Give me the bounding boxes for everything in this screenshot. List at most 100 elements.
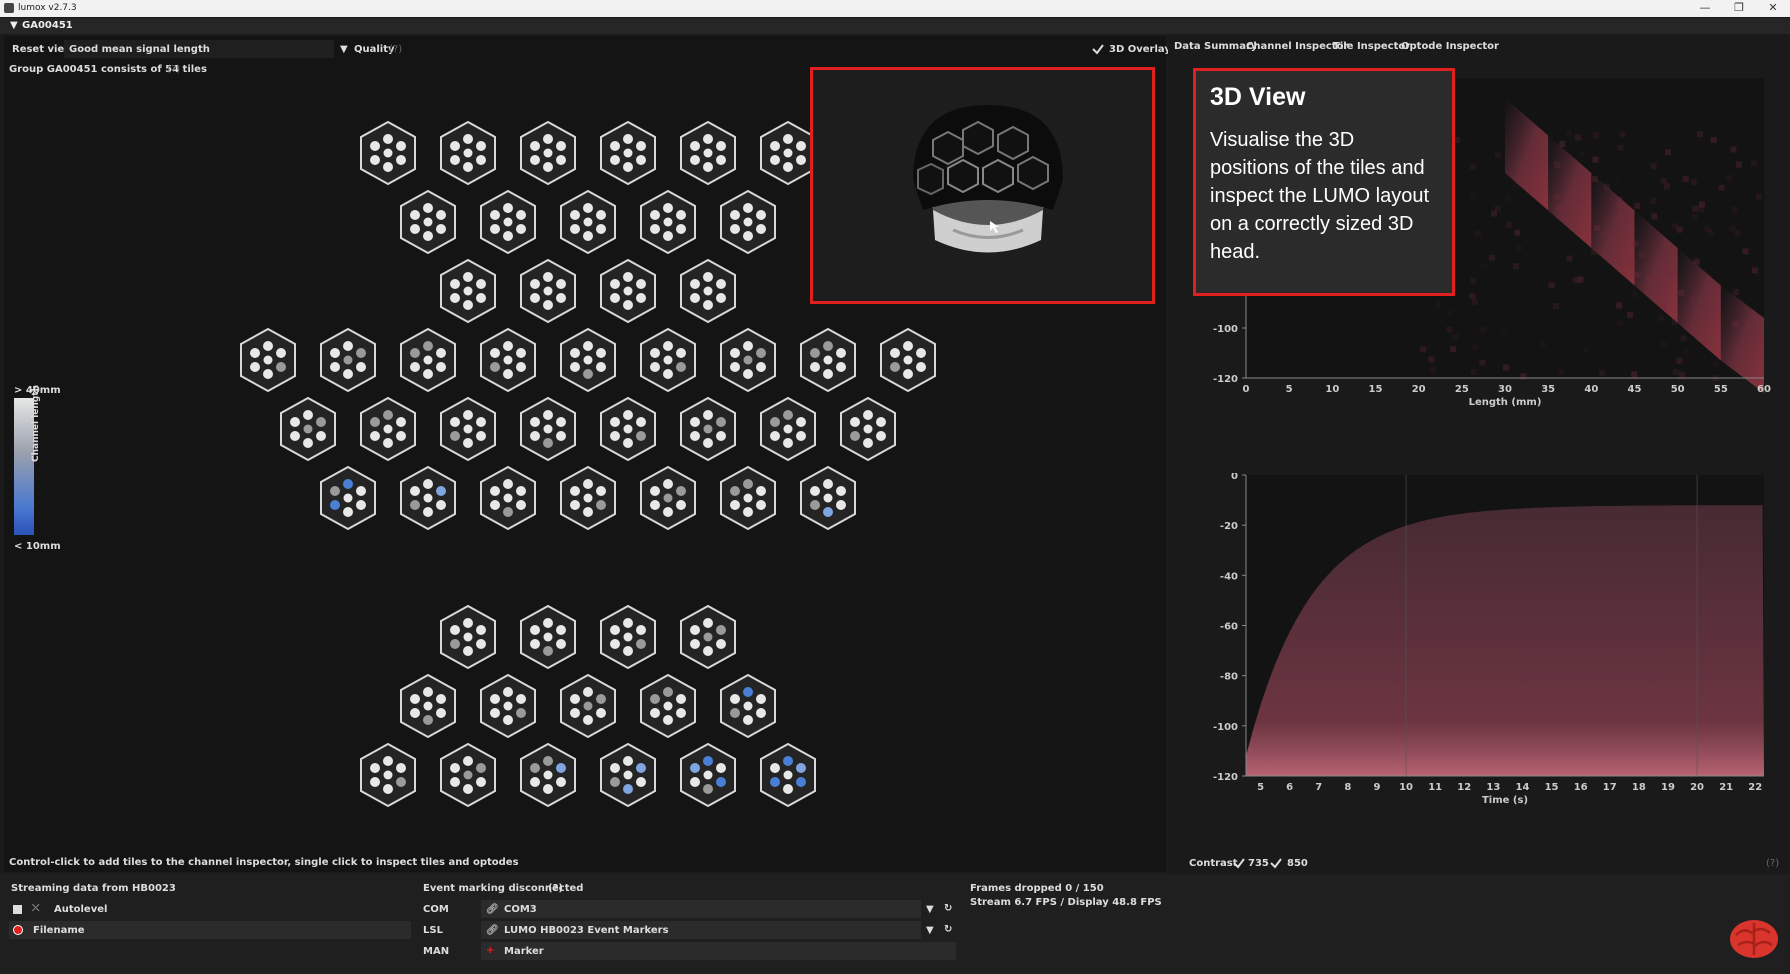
optode[interactable]: [556, 279, 566, 289]
optode[interactable]: [584, 356, 593, 365]
optode[interactable]: [370, 777, 380, 787]
optode[interactable]: [436, 694, 446, 704]
optode[interactable]: [556, 625, 566, 635]
optode[interactable]: [636, 431, 646, 441]
plus-icon[interactable]: +: [486, 945, 494, 956]
optode[interactable]: [903, 341, 913, 351]
optode[interactable]: [463, 410, 473, 420]
optode[interactable]: [396, 417, 406, 427]
optode[interactable]: [596, 348, 606, 358]
optode[interactable]: [383, 784, 393, 794]
optode[interactable]: [676, 500, 686, 510]
optode[interactable]: [476, 763, 486, 773]
optode[interactable]: [890, 362, 900, 372]
optode[interactable]: [343, 507, 353, 517]
optode[interactable]: [756, 224, 766, 234]
optode[interactable]: [610, 141, 620, 151]
optode[interactable]: [370, 417, 380, 427]
optode[interactable]: [530, 293, 540, 303]
optode[interactable]: [424, 494, 433, 503]
tile[interactable]: [557, 327, 619, 393]
tile[interactable]: [597, 396, 659, 462]
optode[interactable]: [516, 486, 526, 496]
optode[interactable]: [810, 348, 820, 358]
optode[interactable]: [516, 348, 526, 358]
optode[interactable]: [703, 272, 713, 282]
tile[interactable]: [797, 327, 859, 393]
optode[interactable]: [796, 431, 806, 441]
optode[interactable]: [503, 203, 513, 213]
tile[interactable]: [677, 604, 739, 670]
optode[interactable]: [823, 369, 833, 379]
optode[interactable]: [783, 756, 793, 766]
tile[interactable]: [437, 258, 499, 324]
optode[interactable]: [756, 362, 766, 372]
tile[interactable]: [677, 742, 739, 808]
optode[interactable]: [583, 369, 593, 379]
optode[interactable]: [436, 500, 446, 510]
optode[interactable]: [823, 479, 833, 489]
tile[interactable]: [717, 465, 779, 531]
optode[interactable]: [504, 356, 513, 365]
optode[interactable]: [743, 715, 753, 725]
optode[interactable]: [583, 479, 593, 489]
tile[interactable]: [397, 327, 459, 393]
optode[interactable]: [530, 141, 540, 151]
optode[interactable]: [370, 431, 380, 441]
optode[interactable]: [570, 486, 580, 496]
optode[interactable]: [650, 348, 660, 358]
optode[interactable]: [410, 694, 420, 704]
optode[interactable]: [704, 149, 713, 158]
optode[interactable]: [344, 494, 353, 503]
optode[interactable]: [770, 141, 780, 151]
optode[interactable]: [596, 500, 606, 510]
optode[interactable]: [490, 500, 500, 510]
lsl-dropdown-icon[interactable]: ▼: [926, 925, 934, 936]
optode[interactable]: [290, 431, 300, 441]
optode[interactable]: [623, 438, 633, 448]
optode[interactable]: [756, 500, 766, 510]
com-refresh-icon[interactable]: ↻: [944, 903, 952, 914]
optode[interactable]: [316, 417, 326, 427]
optode[interactable]: [516, 224, 526, 234]
optode[interactable]: [623, 272, 633, 282]
optode[interactable]: [663, 341, 673, 351]
optode[interactable]: [544, 771, 553, 780]
optode[interactable]: [463, 438, 473, 448]
optode[interactable]: [663, 507, 673, 517]
optode[interactable]: [863, 410, 873, 420]
optode[interactable]: [476, 141, 486, 151]
optode[interactable]: [663, 231, 673, 241]
optode[interactable]: [703, 438, 713, 448]
optode[interactable]: [503, 715, 513, 725]
optode[interactable]: [583, 231, 593, 241]
optode[interactable]: [703, 646, 713, 656]
optode[interactable]: [610, 417, 620, 427]
optode[interactable]: [624, 149, 633, 158]
optode[interactable]: [450, 155, 460, 165]
optode[interactable]: [464, 633, 473, 642]
optode[interactable]: [663, 687, 673, 697]
optode[interactable]: [396, 777, 406, 787]
optode[interactable]: [583, 687, 593, 697]
optode[interactable]: [370, 141, 380, 151]
optode[interactable]: [716, 155, 726, 165]
optode[interactable]: [810, 500, 820, 510]
optode[interactable]: [650, 694, 660, 704]
optode[interactable]: [504, 494, 513, 503]
optode[interactable]: [463, 784, 473, 794]
optode[interactable]: [836, 348, 846, 358]
optode[interactable]: [824, 356, 833, 365]
optode[interactable]: [543, 300, 553, 310]
optode[interactable]: [784, 149, 793, 158]
tile[interactable]: [517, 604, 579, 670]
optode[interactable]: [783, 134, 793, 144]
contrast-help-icon[interactable]: (?): [1766, 858, 1779, 869]
optode[interactable]: [544, 287, 553, 296]
optode[interactable]: [423, 715, 433, 725]
optode[interactable]: [503, 231, 513, 241]
optode[interactable]: [784, 425, 793, 434]
optode[interactable]: [516, 210, 526, 220]
optode[interactable]: [330, 486, 340, 496]
optode[interactable]: [543, 784, 553, 794]
